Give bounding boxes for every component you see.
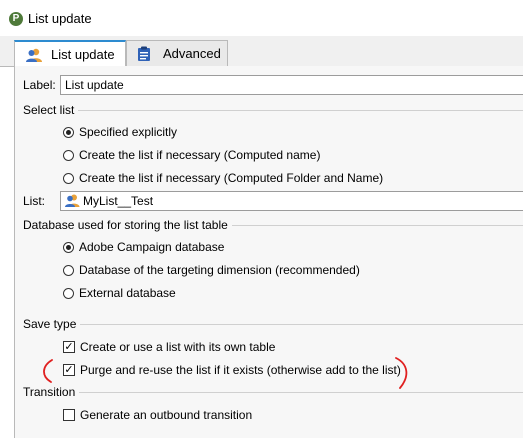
radio-button[interactable] xyxy=(63,264,74,276)
radio-adobe-campaign-database[interactable]: Adobe Campaign database xyxy=(63,239,224,255)
select-list-section: Select list xyxy=(23,102,523,118)
checkbox-create-own-table[interactable]: ✓ Create or use a list with its own tabl… xyxy=(63,339,275,355)
section-divider xyxy=(78,110,523,111)
checkbox[interactable]: ✓ xyxy=(63,341,75,353)
list-users-icon xyxy=(64,193,80,210)
list-caption: List: xyxy=(23,194,46,208)
clipboard-icon xyxy=(137,46,155,62)
save-type-section: Save type xyxy=(23,316,523,332)
transition-title: Transition xyxy=(23,385,76,399)
checkbox[interactable] xyxy=(63,409,75,421)
section-divider xyxy=(79,392,523,393)
database-section: Database used for storing the list table xyxy=(23,217,523,233)
checkbox-label: Generate an outbound transition xyxy=(80,408,253,422)
tab-list-update-label: List update xyxy=(51,47,115,62)
radio-specified-explicitly[interactable]: Specified explicitly xyxy=(63,124,177,140)
radio-create-computed-name[interactable]: Create the list if necessary (Computed n… xyxy=(63,147,320,163)
database-title: Database used for storing the list table xyxy=(23,218,228,232)
radio-button[interactable] xyxy=(63,149,74,161)
title-bar: P List update xyxy=(0,0,523,36)
tab-list-update[interactable]: List update xyxy=(14,40,126,67)
checkbox-generate-outbound-transition[interactable]: Generate an outbound transition xyxy=(63,407,252,423)
label-field[interactable]: List update xyxy=(60,75,523,95)
radio-label: Adobe Campaign database xyxy=(79,240,225,254)
select-list-title: Select list xyxy=(23,103,75,117)
radio-label: Database of the targeting dimension (rec… xyxy=(79,263,360,277)
radio-label: Create the list if necessary (Computed F… xyxy=(79,171,384,185)
section-divider xyxy=(231,225,523,226)
list-field[interactable]: MyList__Test xyxy=(60,191,523,211)
section-divider xyxy=(80,324,523,325)
list-update-panel: Label: List update Select list Specified… xyxy=(14,66,523,438)
checkbox-label: Purge and re-use the list if it exists (… xyxy=(80,363,401,377)
radio-label: Create the list if necessary (Computed n… xyxy=(79,148,321,162)
checkbox-purge-reuse-list[interactable]: ✓ Purge and re-use the list if it exists… xyxy=(63,362,401,378)
radio-targeting-dimension-database[interactable]: Database of the targeting dimension (rec… xyxy=(63,262,360,278)
radio-button[interactable] xyxy=(63,172,74,184)
checkbox[interactable]: ✓ xyxy=(63,364,75,376)
app-logo-icon: P xyxy=(9,12,23,26)
list-value: MyList__Test xyxy=(83,194,154,208)
tab-strip: List update Advanced xyxy=(0,36,523,67)
radio-label: External database xyxy=(79,286,176,300)
radio-button[interactable] xyxy=(63,287,74,299)
checkbox-label: Create or use a list with its own table xyxy=(80,340,276,354)
radio-label: Specified explicitly xyxy=(79,125,178,139)
radio-external-database[interactable]: External database xyxy=(63,285,176,301)
label-caption: Label: xyxy=(23,78,56,92)
window-title: List update xyxy=(28,11,92,26)
tab-advanced[interactable]: Advanced xyxy=(126,40,228,66)
tab-advanced-label: Advanced xyxy=(163,46,221,61)
users-icon xyxy=(25,47,43,63)
transition-section: Transition xyxy=(23,384,523,400)
save-type-title: Save type xyxy=(23,317,77,331)
radio-button[interactable] xyxy=(63,241,74,253)
radio-button[interactable] xyxy=(63,126,74,138)
radio-create-computed-folder-name[interactable]: Create the list if necessary (Computed F… xyxy=(63,170,383,186)
